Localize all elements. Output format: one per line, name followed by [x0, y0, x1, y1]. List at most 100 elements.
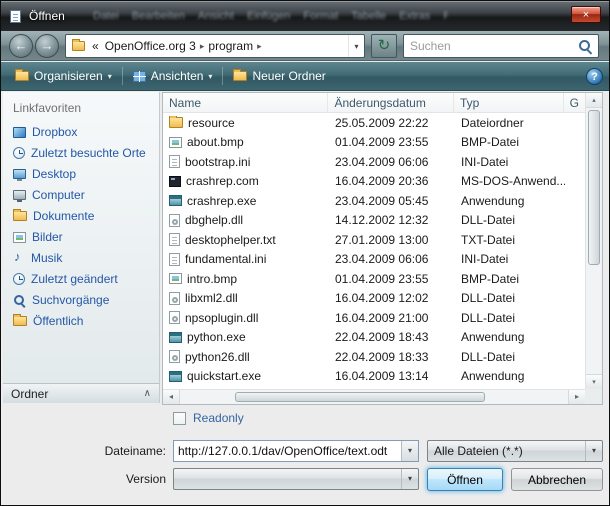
sidebar-item-label: Musik [31, 251, 62, 265]
horizontal-scroll-thumb[interactable] [235, 392, 485, 402]
filetype-select[interactable]: Alle Dateien (*.*) ▾ [427, 440, 603, 462]
help-icon[interactable]: ? [586, 68, 603, 85]
toolbar-button[interactable]: Ansichten▾ [125, 66, 221, 86]
file-row[interactable]: resource25.05.2009 22:22Dateiordner [163, 113, 585, 133]
file-row[interactable]: intro.bmp01.04.2009 23:55BMP-Datei [163, 269, 585, 289]
chevron-right-icon[interactable]: ▸ [256, 41, 263, 52]
sidebar-item[interactable]: Suchvorgänge [3, 290, 159, 311]
file-row[interactable]: crashrep.exe23.04.2009 05:45Anwendung [163, 191, 585, 211]
dll-file-icon [169, 214, 180, 227]
background-menu-item: Extras [399, 10, 430, 22]
background-menu-item: Format [303, 10, 338, 22]
breadcrumb-item-openoffice[interactable]: OpenOffice.org 3 [102, 39, 199, 53]
cancel-button[interactable]: Abbrechen [511, 468, 603, 491]
column-header-date[interactable]: Änderungsdatum [328, 93, 454, 112]
column-header-size[interactable]: G [564, 93, 585, 112]
search-icon[interactable] [577, 38, 593, 54]
breadcrumb[interactable]: « OpenOffice.org 3 ▸ program ▸ ▾ [65, 34, 365, 58]
close-button[interactable]: × [571, 6, 601, 23]
search-box [403, 34, 599, 58]
file-row[interactable]: python.exe22.04.2009 18:43Anwendung [163, 328, 585, 348]
address-dropdown-button[interactable]: ▾ [348, 35, 364, 57]
file-row[interactable]: fundamental.ini23.04.2009 06:06INI-Datei [163, 250, 585, 270]
file-type: Anwendung [455, 369, 565, 383]
sidebar-item[interactable]: Bilder [3, 227, 159, 248]
scroll-right-icon[interactable]: ▸ [568, 390, 585, 404]
sidebar-item-label: Zuletzt geändert [31, 272, 118, 286]
file-name-cell: resource [163, 116, 329, 130]
file-type: Anwendung [455, 330, 565, 344]
readonly-checkbox[interactable] [173, 412, 186, 425]
refresh-button[interactable]: ↻ [371, 34, 397, 58]
dll-file-icon [169, 292, 180, 305]
titlebar[interactable]: Öffnen DateiBearbeitenAnsichtEinfügenFor… [1, 1, 609, 31]
folder-file-icon [169, 117, 183, 128]
app-file-icon [169, 371, 182, 382]
sidebar-item[interactable]: Computer [3, 185, 159, 206]
file-name: desktophelper.txt [185, 233, 276, 247]
toolbar-button[interactable]: Neuer Ordner [225, 66, 333, 86]
toolbar-button[interactable]: Organisieren▾ [7, 66, 120, 86]
image-file-icon [169, 273, 182, 284]
breadcrumb-item-program[interactable]: program [205, 39, 256, 53]
scroll-left-icon[interactable]: ◂ [163, 390, 180, 404]
file-type: INI-Datei [455, 252, 565, 266]
sidebar-item[interactable]: Dropbox [3, 122, 159, 143]
folders-expander[interactable]: Ordner ∧ [3, 383, 159, 403]
filename-dropdown-icon[interactable]: ▾ [401, 441, 418, 461]
file-row[interactable]: about.bmp01.04.2009 23:55BMP-Datei [163, 133, 585, 153]
open-file-dialog: Öffnen DateiBearbeitenAnsichtEinfügenFor… [0, 0, 610, 506]
open-button[interactable]: Öffnen [427, 468, 503, 491]
file-name: quickstart.exe [187, 369, 261, 383]
favorites-sidebar: Linkfavoriten DropboxZuletzt besuchte Or… [3, 92, 160, 403]
file-date: 16.04.2009 20:36 [329, 174, 455, 188]
file-row[interactable]: dbghelp.dll14.12.2002 12:32DLL-Datei [163, 211, 585, 231]
file-type: MS-DOS-Anwend... [455, 174, 565, 188]
file-row[interactable]: python26.dll22.04.2009 18:33DLL-Datei [163, 347, 585, 367]
scroll-down-icon[interactable]: ▾ [586, 374, 602, 389]
file-row[interactable]: quickstart.exe16.04.2009 13:14Anwendung [163, 367, 585, 387]
breadcrumb-overflow[interactable]: « [89, 39, 102, 53]
image-file-icon [169, 137, 182, 148]
sidebar-item-label: Dropbox [32, 125, 77, 139]
folder-icon [233, 71, 247, 81]
file-row[interactable]: npsoplugin.dll16.04.2009 21:00DLL-Datei [163, 308, 585, 328]
column-header-name[interactable]: Name [163, 93, 328, 112]
search-input[interactable] [404, 39, 577, 53]
sidebar-item[interactable]: Desktop [3, 164, 159, 185]
app-file-icon [169, 195, 182, 206]
file-row[interactable]: desktophelper.txt27.01.2009 13:00TXT-Dat… [163, 230, 585, 250]
sidebar-item[interactable]: Öffentlich [3, 311, 159, 332]
file-type: DLL-Datei [455, 213, 565, 227]
file-name: crashrep.com [186, 174, 259, 188]
file-row[interactable]: bootstrap.ini23.04.2009 06:06INI-Datei [163, 152, 585, 172]
sidebar-item[interactable]: Musik [3, 248, 159, 269]
file-name-cell: dbghelp.dll [163, 213, 329, 227]
toolbar-separator [222, 67, 223, 85]
file-name-cell: crashrep.com [163, 174, 329, 188]
file-date: 16.04.2009 12:02 [329, 291, 455, 305]
scroll-up-icon[interactable]: ▴ [586, 93, 602, 108]
filename-input[interactable] [174, 441, 401, 461]
sidebar-item[interactable]: Zuletzt besuchte Orte [3, 143, 159, 164]
file-date: 22.04.2009 18:33 [329, 350, 455, 364]
version-select[interactable]: ▾ [173, 468, 419, 490]
file-name: npsoplugin.dll [185, 311, 258, 325]
sidebar-item[interactable]: Zuletzt geändert [3, 269, 159, 290]
sidebar-item[interactable]: Dokumente [3, 206, 159, 227]
file-name: dbghelp.dll [185, 213, 243, 227]
vertical-scroll-thumb[interactable] [588, 110, 600, 265]
background-menu-item: Einfügen [247, 10, 290, 22]
file-row[interactable]: libxml2.dll16.04.2009 12:02DLL-Datei [163, 289, 585, 309]
horizontal-scrollbar[interactable]: ◂ ▸ [163, 389, 585, 404]
toolbar-button-label: Ansichten [151, 69, 204, 83]
forward-button[interactable]: → [35, 34, 59, 58]
file-name: fundamental.ini [185, 252, 266, 266]
file-row[interactable]: crashrep.com 16.04.2009 20:36MS-DOS-Anwen… [163, 172, 585, 192]
back-button[interactable]: ← [9, 34, 33, 58]
file-date: 27.01.2009 13:00 [329, 233, 455, 247]
column-header-type[interactable]: Typ [454, 93, 564, 112]
vertical-scrollbar[interactable]: ▴ ▾ [585, 93, 602, 389]
file-name-cell: intro.bmp [163, 272, 329, 286]
filetype-dropdown-icon: ▾ [585, 441, 602, 461]
